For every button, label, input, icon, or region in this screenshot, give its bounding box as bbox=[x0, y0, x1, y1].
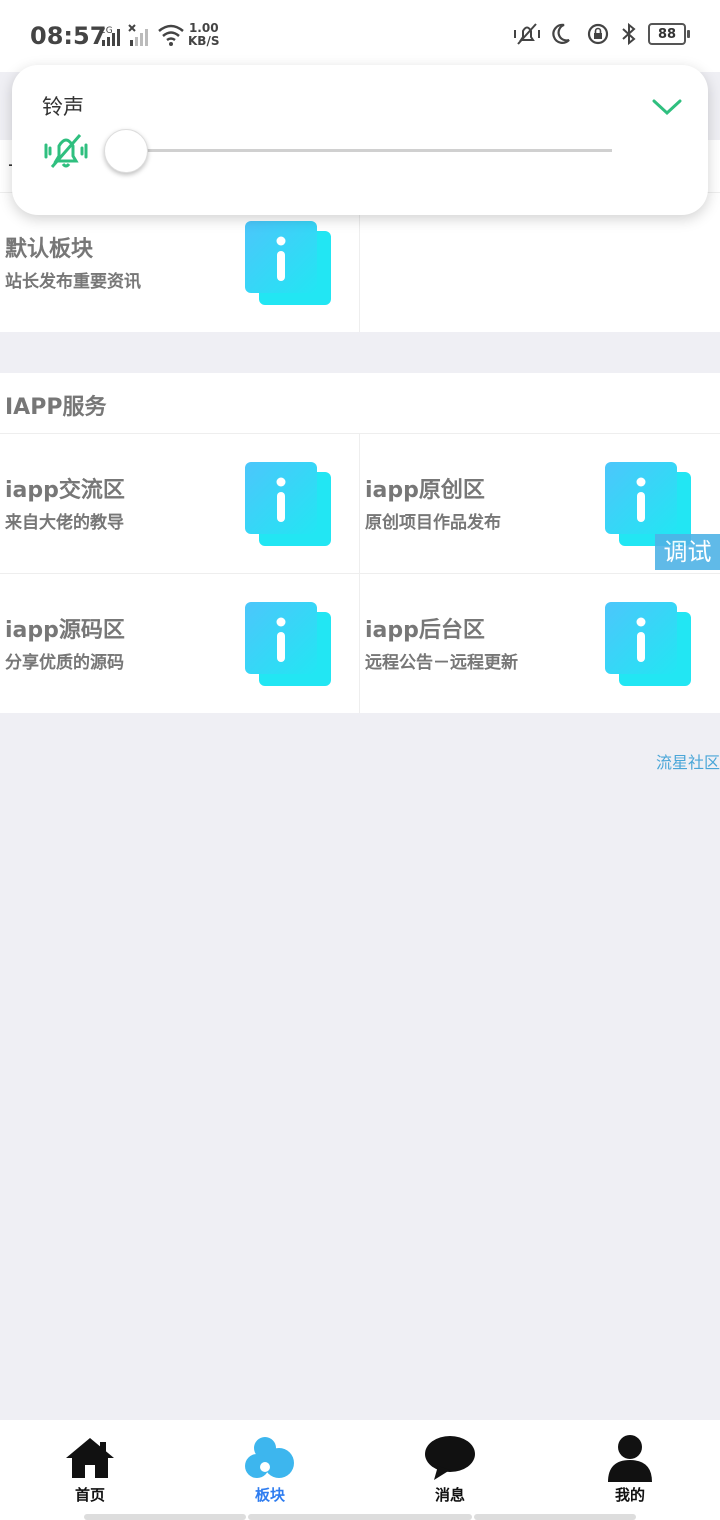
info-icon bbox=[245, 462, 331, 546]
bluetooth-icon bbox=[622, 22, 636, 46]
nav-label: 首页 bbox=[74, 1486, 105, 1504]
status-time: 08:57 bbox=[30, 22, 107, 50]
volume-label: 铃声 bbox=[42, 95, 84, 119]
nav-item-blocks[interactable]: 板块 bbox=[180, 1420, 360, 1520]
net-speed-unit: KB/S bbox=[188, 34, 220, 48]
info-icon bbox=[245, 602, 331, 686]
battery-indicator: 88 bbox=[648, 23, 690, 45]
message-icon bbox=[425, 1436, 475, 1480]
home-icon bbox=[66, 1438, 114, 1478]
board-subtitle: 站长发布重要资讯 bbox=[5, 272, 141, 292]
blocks-icon bbox=[245, 1437, 294, 1478]
nav-label: 消息 bbox=[434, 1486, 465, 1504]
user-icon bbox=[608, 1435, 652, 1482]
nav-label: 我的 bbox=[614, 1486, 645, 1504]
info-icon bbox=[245, 221, 331, 305]
board-title: iapp源码区 bbox=[5, 618, 125, 643]
nav-item-mine[interactable]: 我的 bbox=[540, 1420, 720, 1520]
signal-icon: 2G bbox=[100, 26, 120, 46]
board-title: iapp原创区 bbox=[365, 478, 485, 503]
volume-slider-track[interactable] bbox=[126, 149, 612, 152]
board-card-iapp-source[interactable]: iapp源码区 分享优质的源码 bbox=[0, 574, 359, 713]
volume-slider-thumb[interactable] bbox=[104, 129, 148, 173]
signal-no-service-icon bbox=[128, 24, 148, 46]
nav-item-home[interactable]: 首页 bbox=[0, 1420, 180, 1520]
wifi-icon bbox=[158, 24, 184, 46]
board-card-iapp-backend[interactable]: iapp后台区 远程公告－远程更新 bbox=[360, 574, 719, 713]
board-title: 默认板块 bbox=[5, 237, 94, 262]
battery-level: 88 bbox=[648, 23, 686, 45]
debug-button[interactable]: 调试 bbox=[655, 534, 720, 570]
nav-underline bbox=[84, 1514, 246, 1520]
ringer-muted-icon[interactable] bbox=[42, 129, 90, 173]
board-subtitle: 分享优质的源码 bbox=[5, 653, 124, 673]
nav-label: 板块 bbox=[254, 1486, 285, 1504]
community-link[interactable]: 流星社区 bbox=[656, 749, 720, 773]
board-subtitle: 原创项目作品发布 bbox=[365, 513, 501, 533]
board-subtitle: 远程公告－远程更新 bbox=[365, 653, 518, 673]
nav-item-messages[interactable]: 消息 bbox=[360, 1420, 540, 1520]
section-title: IAPP服务 bbox=[5, 395, 107, 420]
board-title: iapp交流区 bbox=[5, 478, 125, 503]
board-card-iapp-exchange[interactable]: iapp交流区 来自大佬的教导 bbox=[0, 434, 359, 573]
nav-underline bbox=[474, 1514, 636, 1520]
net-speed: 1.00 KB/S bbox=[188, 22, 219, 48]
vibrate-icon bbox=[514, 23, 540, 45]
info-icon bbox=[605, 602, 691, 686]
volume-popup: 铃声 bbox=[12, 65, 708, 215]
iapp-service-section: IAPP服务 iapp交流区 来自大佬的教导 iapp原创区 原创项目作品发布 … bbox=[0, 373, 720, 713]
svg-text:2G: 2G bbox=[100, 26, 113, 36]
board-subtitle: 来自大佬的教导 bbox=[5, 513, 124, 533]
chevron-down-icon[interactable] bbox=[652, 97, 682, 117]
board-title: iapp后台区 bbox=[365, 618, 485, 643]
bottom-nav: 首页 板块 消息 我的 bbox=[0, 1420, 720, 1520]
rotation-lock-icon bbox=[587, 23, 609, 45]
status-bar: 08:57 2G 1.00 KB/S 88 bbox=[0, 0, 720, 72]
moon-icon bbox=[552, 23, 570, 44]
nav-underline bbox=[248, 1514, 472, 1520]
